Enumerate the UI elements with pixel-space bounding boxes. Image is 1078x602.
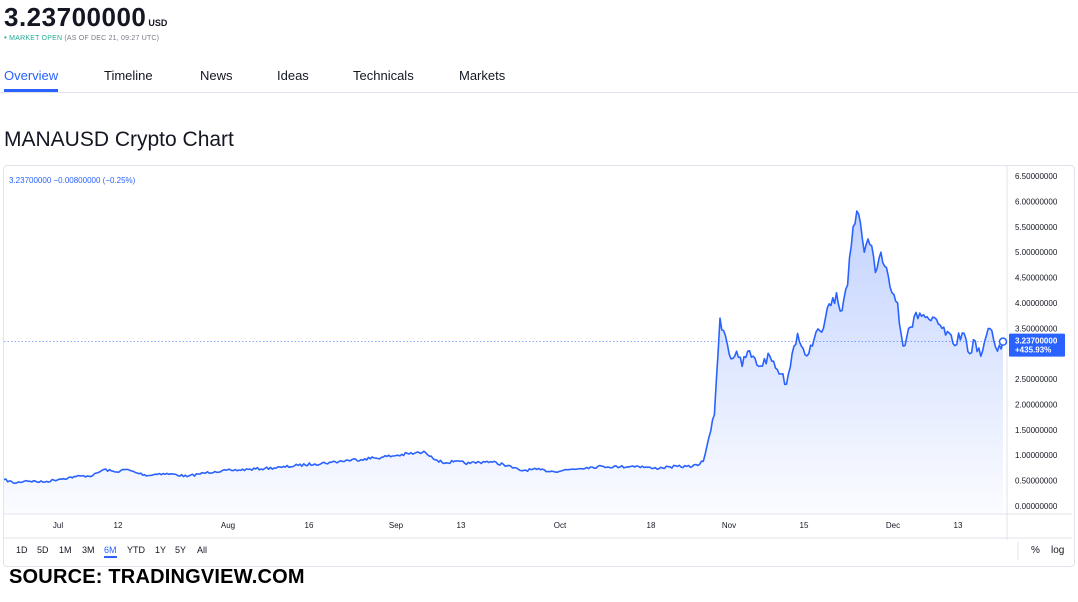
x-tick-label: 13 [457, 521, 466, 530]
y-tick-label: 0.00000000 [1015, 502, 1058, 511]
x-tick-label: 18 [647, 521, 656, 530]
y-tick-label: 0.50000000 [1015, 477, 1058, 486]
price-area-fill [4, 211, 1003, 513]
x-tick-label: Oct [554, 521, 567, 530]
last-price-marker [998, 337, 1008, 346]
source-caption: SOURCE: TRADINGVIEW.COM [9, 566, 305, 588]
x-tick-label: 12 [114, 521, 123, 530]
y-tick-label: 4.50000000 [1015, 274, 1058, 283]
range-selector: 1D 5D 1M 3M 6M YTD 1Y 5Y All % log [4, 540, 1072, 564]
x-tick-label: Dec [886, 521, 900, 530]
y-tick-label: 5.50000000 [1015, 223, 1058, 232]
range-ytd-button[interactable]: YTD [127, 545, 145, 555]
range-1y-button[interactable]: 1Y [155, 545, 166, 555]
range-1m-button[interactable]: 1M [59, 545, 72, 555]
y-tick-label: 3.50000000 [1015, 324, 1058, 333]
range-3m-button[interactable]: 3M [82, 545, 95, 555]
x-tick-label: Jul [53, 521, 63, 530]
y-tick-label: 1.50000000 [1015, 426, 1058, 435]
y-tick-label: 6.00000000 [1015, 197, 1058, 206]
y-tick-label: 5.00000000 [1015, 248, 1058, 257]
range-6m-button[interactable]: 6M [104, 545, 117, 558]
x-tick-label: Nov [722, 521, 736, 530]
x-tick-label: Aug [221, 521, 235, 530]
log-scale-toggle[interactable]: log [1051, 545, 1064, 556]
chart-legend: 3.23700000 −0.00800000 (−0.25%) [9, 176, 136, 185]
x-tick-label: 16 [305, 521, 314, 530]
range-all-button[interactable]: All [197, 545, 207, 555]
y-tick-label: 1.00000000 [1015, 451, 1058, 460]
y-tick-label: 2.50000000 [1015, 375, 1058, 384]
price-chart[interactable]: 6.50000000 6.00000000 5.50000000 5.00000000… [0, 0, 1078, 602]
y-tick-label: 4.00000000 [1015, 299, 1058, 308]
x-tick-label: Sep [389, 521, 404, 530]
x-tick-label: 13 [954, 521, 963, 530]
last-change-label: +435.93% [1015, 346, 1051, 355]
x-tick-label: 15 [800, 521, 809, 530]
percent-scale-toggle[interactable]: % [1031, 545, 1040, 556]
range-1d-button[interactable]: 1D [16, 545, 28, 555]
range-5d-button[interactable]: 5D [37, 545, 49, 555]
y-tick-label: 6.50000000 [1015, 172, 1058, 181]
last-price-label: 3.23700000 [1015, 337, 1058, 346]
range-5y-button[interactable]: 5Y [175, 545, 186, 555]
y-tick-label: 2.00000000 [1015, 400, 1058, 409]
